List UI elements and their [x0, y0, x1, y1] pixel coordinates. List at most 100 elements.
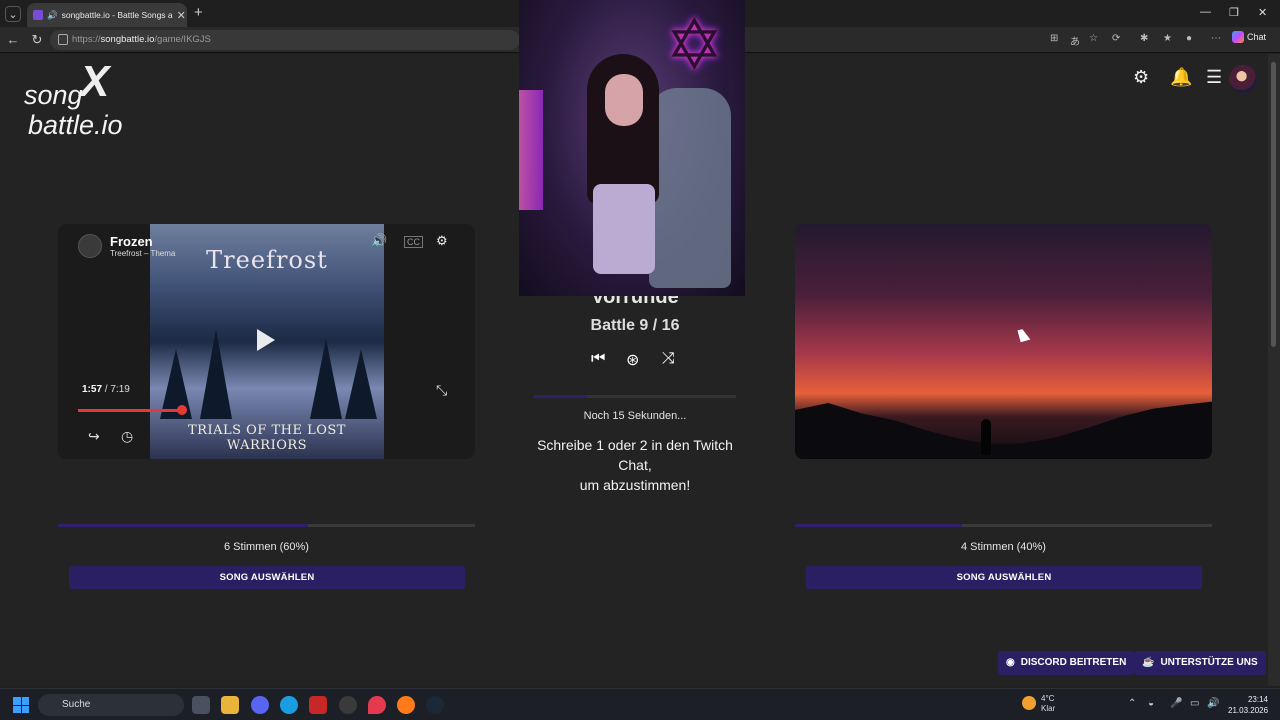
right-vote-bar — [795, 524, 1212, 527]
right-vote-count: 4 Stimmen (40%) — [961, 541, 1046, 553]
tray-app-icon[interactable]: ◒ — [1148, 698, 1154, 709]
settings-gear-icon[interactable]: ⚙ — [1133, 67, 1149, 88]
address-bar[interactable]: https://songbattle.io/game/IKGJS — [50, 30, 520, 50]
previous-icon[interactable]: ⏮ — [591, 350, 605, 368]
captions-icon[interactable]: CC — [404, 236, 423, 248]
volume-icon[interactable]: 🔊 — [371, 233, 387, 249]
shuffle-icon[interactable]: ⤨ — [662, 350, 675, 368]
url-prefix: https:// — [72, 34, 101, 45]
reload-icon[interactable]: ↻ — [29, 32, 45, 48]
countdown-text: Noch 15 Sekunden... — [583, 410, 687, 422]
app-pin-icon[interactable] — [368, 696, 386, 714]
url-path: /game/IKGJS — [154, 34, 211, 45]
vote-instructions: Schreibe 1 oder 2 in den Twitch Chat, um… — [519, 435, 751, 495]
app-red-icon[interactable] — [309, 696, 327, 714]
clock-date: 21.03.2026 — [1228, 706, 1269, 715]
left-vote-bar — [58, 524, 475, 527]
logo-line1: song — [24, 80, 83, 110]
browser-tab-active[interactable]: 🔊 songbattle.io - Battle Songs a ✕ — [27, 3, 187, 27]
share-icon[interactable]: ↪ — [88, 428, 100, 445]
steam-icon[interactable] — [426, 696, 444, 714]
favorites-icon[interactable]: ★ — [1163, 33, 1172, 44]
windows-start-icon[interactable] — [13, 697, 29, 713]
translate-icon[interactable]: あ — [1070, 33, 1080, 48]
video-channel[interactable]: Treefrost – Thema — [110, 249, 175, 258]
countdown-fill — [534, 395, 587, 398]
notification-bell-icon[interactable]: 🔔 — [1170, 67, 1192, 88]
taskbar-search[interactable]: Suche — [38, 694, 184, 716]
obs-icon[interactable] — [339, 696, 357, 714]
fullscreen-expand-icon[interactable]: ⤡ — [436, 382, 447, 399]
extension-icon[interactable]: ⟳ — [1112, 33, 1120, 44]
window-close-icon[interactable]: ✕ — [1258, 6, 1267, 19]
streamer-webcam-overlay: ✡ — [519, 0, 745, 296]
neon-hexagram-icon: ✡ — [665, 6, 724, 84]
favorite-star-icon[interactable]: ☆ — [1089, 33, 1098, 44]
right-select-song-button[interactable]: SONG AUSWÄHLEN — [806, 566, 1202, 589]
windows-taskbar: ⌕ Suche 4°C Klar ⌃ ◒ 🎤 ▭ 🔊 23:14 21.03.2… — [0, 688, 1280, 720]
page-scrollbar[interactable] — [1268, 54, 1280, 686]
play-icon[interactable] — [257, 329, 275, 351]
profile-avatar-icon[interactable]: ● — [1186, 33, 1192, 44]
extensions-puzzle-icon[interactable]: ✱ — [1140, 33, 1148, 44]
video-progress-bar[interactable] — [78, 409, 182, 412]
songbattle-logo[interactable]: X song battle.io — [22, 60, 147, 146]
more-menu-icon[interactable]: ⋯ — [1211, 33, 1221, 44]
kofi-cup-icon: ☕ — [1142, 657, 1155, 668]
lock-icon — [58, 34, 68, 45]
weather-widget[interactable]: 4°C Klar — [1041, 694, 1055, 714]
maximize-icon[interactable]: ❐ — [1229, 6, 1239, 19]
support-button[interactable]: ☕ UNTERSTÜTZE UNS — [1134, 651, 1266, 675]
logo-line2: battle.io — [28, 110, 123, 140]
right-vote-fill — [795, 524, 962, 527]
new-tab-button[interactable]: + — [194, 4, 203, 21]
left-select-song-button[interactable]: SONG AUSWÄHLEN — [69, 566, 465, 589]
tray-overflow-chevron-icon[interactable]: ⌃ — [1128, 698, 1136, 709]
video-scrubber-handle[interactable] — [176, 405, 187, 415]
tab-title: songbattle.io - Battle Songs a — [61, 10, 173, 20]
neon-light — [519, 90, 543, 210]
clock-time: 23:14 — [1247, 695, 1268, 704]
discord-button[interactable]: ◉ DISCORD BEITRETEN — [998, 651, 1135, 675]
microphone-icon[interactable]: 🎤 — [1170, 698, 1182, 709]
volume-tray-icon[interactable]: 🔊 — [1207, 698, 1219, 709]
url-host: songbattle.io — [100, 34, 155, 45]
left-song-player[interactable]: Treefrost TRIALS OF THE LOST WARRIORS Fr… — [58, 224, 475, 459]
channel-avatar[interactable] — [78, 234, 102, 258]
scrollbar-thumb[interactable] — [1271, 62, 1276, 347]
tab-actions-menu-icon[interactable]: ⌄ — [5, 6, 21, 22]
forest-silhouette — [795, 401, 1212, 459]
discord-label: DISCORD BEITRETEN — [1020, 657, 1127, 668]
app-install-icon[interactable]: ⊞ — [1050, 33, 1058, 44]
file-explorer-icon[interactable] — [221, 696, 239, 714]
speaker-icon[interactable]: 🔊 — [47, 10, 58, 21]
right-song-player[interactable] — [795, 224, 1212, 459]
back-arrow-icon[interactable]: ← — [5, 32, 21, 47]
person-silhouette — [981, 419, 991, 455]
copilot-chat-button[interactable]: Chat — [1232, 31, 1266, 43]
duration: / 7:19 — [104, 384, 130, 395]
hamburger-menu-icon[interactable]: ☰ — [1206, 67, 1222, 88]
left-vote-count: 6 Stimmen (60%) — [224, 541, 309, 553]
countdown-bar — [534, 395, 736, 398]
video-title[interactable]: Frozen — [110, 234, 175, 249]
coin-icon[interactable]: ⊛ — [626, 350, 639, 370]
left-vote-fill — [58, 524, 309, 527]
firefox-icon[interactable] — [397, 696, 415, 714]
minimize-icon[interactable]: — — [1200, 6, 1211, 18]
instruction-line2: um abzustimmen! — [579, 477, 691, 493]
user-avatar[interactable] — [1229, 65, 1257, 93]
tab-close-icon[interactable]: ✕ — [177, 9, 186, 22]
network-icon[interactable]: ▭ — [1190, 698, 1199, 709]
task-view-icon[interactable] — [192, 696, 210, 714]
edge-browser-icon[interactable] — [280, 696, 298, 714]
discord-icon: ◉ — [1006, 657, 1015, 668]
album-art-brand: Treefrost — [206, 246, 328, 274]
site-favicon-icon — [33, 10, 43, 20]
system-clock[interactable]: 23:14 21.03.2026 — [1228, 694, 1268, 716]
current-time: 1:57 — [82, 384, 103, 395]
discord-app-icon[interactable] — [251, 696, 269, 714]
watch-later-clock-icon[interactable]: ◷ — [121, 428, 133, 445]
streamer — [577, 54, 671, 296]
video-settings-gear-icon[interactable]: ⚙ — [436, 233, 448, 249]
